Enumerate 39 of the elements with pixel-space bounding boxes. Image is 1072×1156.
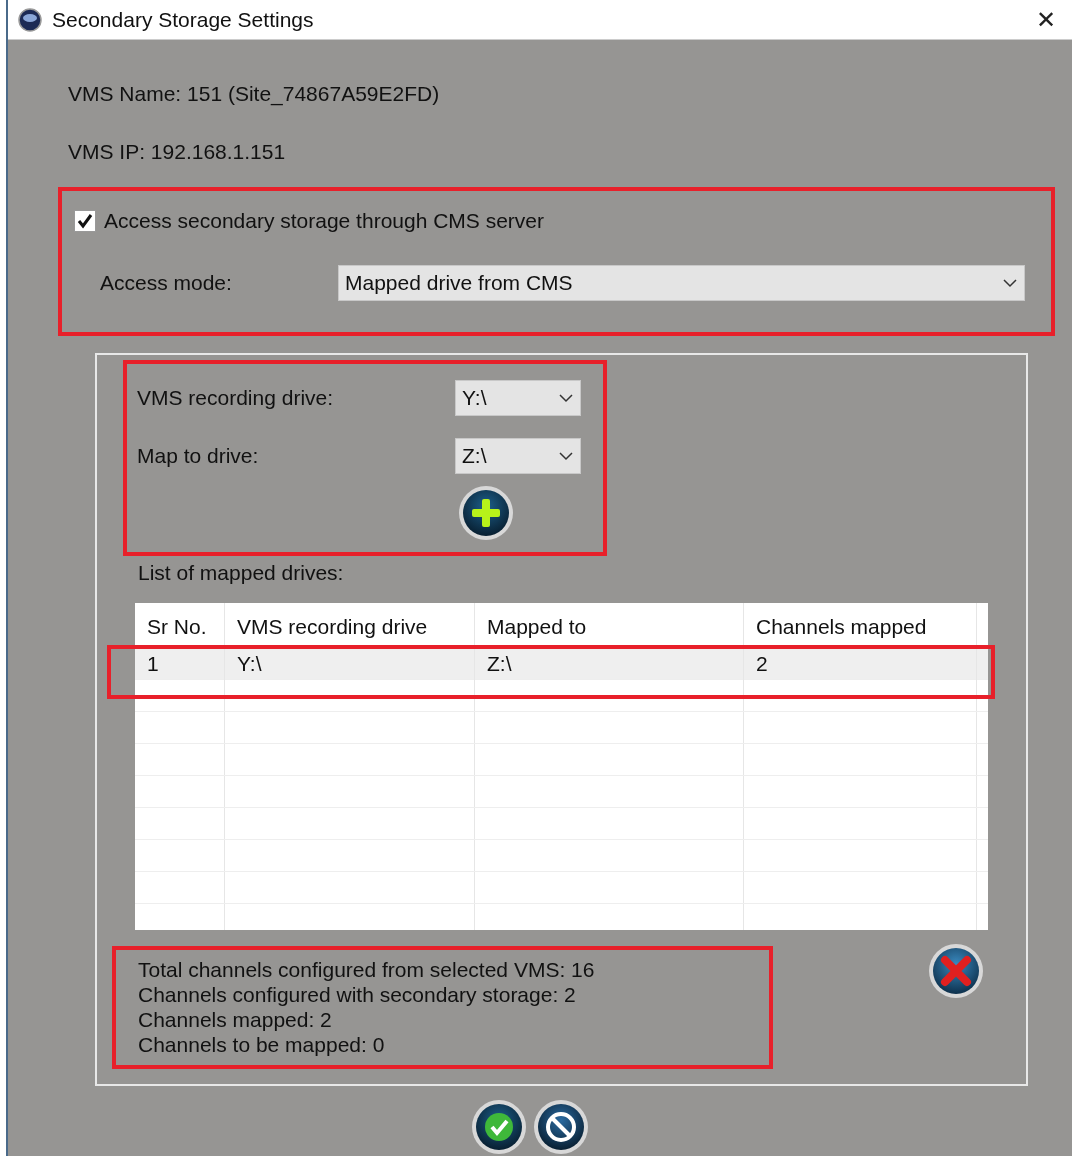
list-label: List of mapped drives: (138, 560, 345, 586)
app-icon (18, 7, 42, 32)
confirm-button[interactable] (470, 1098, 528, 1156)
info-text: VMS IP: 192.168.1.151 (68, 138, 287, 165)
chevron-icon (1002, 277, 1018, 288)
cancel-button[interactable] (532, 1098, 590, 1156)
field-label: Access mode: (100, 269, 233, 296)
checkmark-icon (490, 1119, 509, 1137)
drive-dropdown[interactable]: Y:\ (455, 380, 581, 416)
plus-icon (472, 499, 500, 527)
info-text: VMS Name: 151 (Site_74867A59E2FD) (68, 81, 441, 108)
column-header: Sr No. (135, 603, 225, 648)
summary-text: Channels mapped: 2 (138, 1007, 333, 1032)
chevron-icon (558, 393, 574, 403)
access-mode-dropdown[interactable]: Mapped drive from CMS (338, 264, 1025, 301)
summary-text: Channels configured with secondary storage: 2 (138, 982, 577, 1007)
table-cell: Y:\ (225, 648, 475, 680)
window-title: Secondary Storage Settings (52, 6, 315, 33)
chevron-icon (558, 451, 574, 461)
x-icon (941, 956, 971, 986)
drive-dropdown[interactable]: Z:\ (455, 438, 581, 474)
table-cell: 1 (135, 648, 225, 680)
table-cell: Z:\ (475, 648, 744, 680)
checkbox[interactable] (74, 209, 96, 232)
field-label: VMS recording drive: (137, 385, 335, 412)
delete-button[interactable] (927, 942, 985, 1000)
checkbox-label: Access secondary storage through CMS server (104, 208, 545, 234)
summary-text: Channels to be mapped: 0 (138, 1032, 386, 1057)
table-row[interactable]: 1 Y:\ Z:\ 2 (135, 648, 988, 680)
field-label: Map to drive: (137, 443, 260, 470)
add-button[interactable] (457, 484, 515, 542)
column-header: VMS recording drive (225, 603, 475, 648)
table-cell: 2 (744, 648, 977, 680)
summary-text: Total channels configured from selected VMS: 16 (138, 957, 596, 982)
no-entry-icon (546, 1112, 576, 1142)
close-button[interactable]: ✕ (1030, 1, 1062, 38)
column-header: Mapped to (475, 603, 744, 648)
checkmark-icon (77, 212, 93, 229)
column-header: Channels mapped (744, 603, 977, 648)
